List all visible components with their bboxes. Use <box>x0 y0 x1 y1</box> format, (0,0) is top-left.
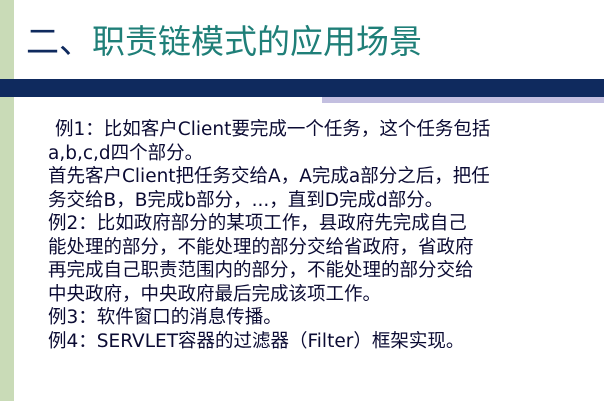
title-prefix: 二、 <box>26 22 92 61</box>
body-line: 再完成自己职责范围内的部分，不能处理的部分交给 <box>48 260 474 281</box>
body-line: 务交给B，B完成b部分，...，直到D完成d部分。 <box>48 189 444 211</box>
body-line: 例1：比如客户Client要完成一个任务，这个任务包括 <box>55 119 491 140</box>
body-line: a,b,c,d四个部分。 <box>48 142 204 164</box>
left-decorative-stripe <box>0 0 14 401</box>
body-line: 中央政府，中央政府最后完成该项工作。 <box>48 283 382 305</box>
slide-body: 例1：比如客户Client要完成一个任务，这个任务包括 a,b,c,d四个部分。… <box>48 118 588 353</box>
title-main: 职责链模式的应用场景 <box>92 22 422 61</box>
body-line: 首先客户Client把任务交给A，A完成a部分之后，把任 <box>48 166 490 187</box>
slide-title: 二、职责链模式的应用场景 <box>26 22 422 62</box>
body-line: 例4：SERVLET容器的过滤器（Filter）框架实现。 <box>48 330 465 352</box>
body-line: 能处理的部分，不能处理的部分交给省政府，省政府 <box>48 236 474 258</box>
body-line: 例3：软件窗口的消息传播。 <box>48 307 282 328</box>
accent-bar <box>322 97 604 103</box>
title-underline-bar <box>0 79 604 97</box>
body-line: 例2：比如政府部分的某项工作，县政府先完成自己 <box>48 213 467 234</box>
